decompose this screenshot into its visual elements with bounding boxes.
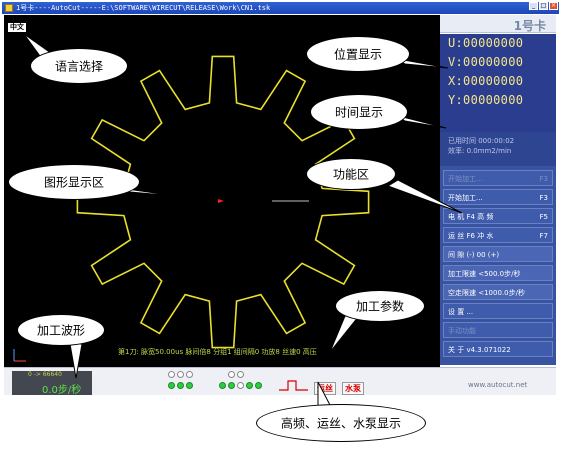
callout-function: 功能区	[306, 158, 396, 190]
callout-graphic: 图形显示区	[8, 164, 140, 200]
callout-params: 加工参数	[335, 290, 425, 322]
callout-position: 位置显示	[306, 36, 410, 72]
callout-language: 语言选择	[30, 48, 128, 84]
callout-status: 高频、运丝、水泵显示	[256, 404, 426, 442]
autocut-window: 1号卡----AutoCut-----E:\SOFTWARE\WIRECUT\R…	[0, 0, 563, 452]
callout-wave: 加工波形	[17, 314, 105, 346]
pointer-wave	[69, 343, 83, 379]
pointer-params	[329, 315, 359, 353]
pointer-function	[386, 179, 463, 214]
callout-time: 时间显示	[310, 94, 408, 130]
